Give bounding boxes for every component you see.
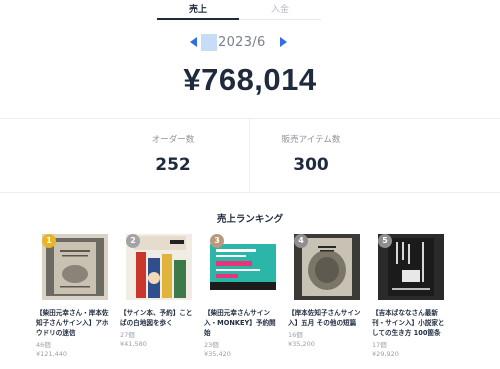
item-title: 【岸本佐知子さんサイン入】五月 その他の短篇: [288, 309, 361, 327]
item-amount: ¥121,440: [36, 350, 68, 358]
rank-badge: 5: [378, 234, 392, 248]
product-image: 2: [126, 234, 192, 300]
ranking-item[interactable]: 2 【サイン本、予約】ことばの白地図を歩く 27個 ¥41,580: [120, 234, 193, 349]
ranking-item[interactable]: 3 【柴田元幸さんサイン入・MONKEY】予約開始 23個 ¥35,420: [204, 234, 276, 359]
previous-month-icon[interactable]: [190, 37, 197, 47]
ranking-item[interactable]: 5 【吉本ばななさん最新刊・サイン入】小説家としての生き方 100箇条 17個 …: [372, 234, 445, 359]
ranking-item[interactable]: 4 【岸本佐知子さんサイン入】五月 その他の短篇 16個 ¥35,200: [288, 234, 361, 349]
product-image: 1: [42, 234, 108, 300]
product-image: 5: [378, 234, 444, 300]
ranking-title: 売上ランキング: [216, 214, 284, 225]
product-image: 3: [210, 234, 276, 300]
next-month-icon[interactable]: [280, 37, 287, 47]
tab-bar: 売上 入金: [157, 0, 321, 22]
items-sold-stat: 販売アイテム数 300: [196, 133, 426, 175]
total-sales: ¥768,014: [183, 62, 317, 97]
item-amount: ¥41,580: [120, 340, 147, 348]
rank-badge: 2: [126, 234, 140, 248]
item-count: 46個: [36, 341, 51, 349]
tab-sales[interactable]: 売上: [157, 0, 239, 20]
product-image: 4: [294, 234, 360, 300]
current-month: 2023/6: [218, 35, 266, 50]
rank-badge: 3: [210, 234, 224, 248]
month-selection-highlight: [201, 34, 217, 51]
ranking-list: 1 【柴田元幸さん・岸本佐知子さんサイン入】アホウドリの迷信 46個 ¥121,…: [36, 234, 476, 369]
item-title: 【柴田元幸さんサイン入・MONKEY】予約開始: [204, 309, 276, 337]
tab-deposit[interactable]: 入金: [239, 0, 321, 20]
rank-badge: 4: [294, 234, 308, 248]
item-count: 16個: [288, 331, 303, 339]
item-title: 【柴田元幸さん・岸本佐知子さんサイン入】アホウドリの迷信: [36, 309, 109, 337]
rank-badge: 1: [42, 234, 56, 248]
item-count: 27個: [120, 331, 135, 339]
item-title: 【サイン本、予約】ことばの白地図を歩く: [120, 309, 193, 327]
month-navigator: 2023/6: [188, 34, 298, 52]
item-amount: ¥29,920: [372, 350, 399, 358]
item-count: 23個: [204, 341, 219, 349]
item-title: 【吉本ばななさん最新刊・サイン入】小説家としての生き方 100箇条: [372, 309, 445, 337]
item-amount: ¥35,420: [204, 350, 231, 358]
item-count: 17個: [372, 341, 387, 349]
divider: [0, 118, 500, 119]
item-amount: ¥35,200: [288, 340, 315, 348]
items-sold-value: 300: [293, 155, 329, 175]
items-sold-label: 販売アイテム数: [281, 135, 341, 145]
ranking-item[interactable]: 1 【柴田元幸さん・岸本佐知子さんサイン入】アホウドリの迷信 46個 ¥121,…: [36, 234, 109, 359]
divider: [0, 192, 500, 193]
